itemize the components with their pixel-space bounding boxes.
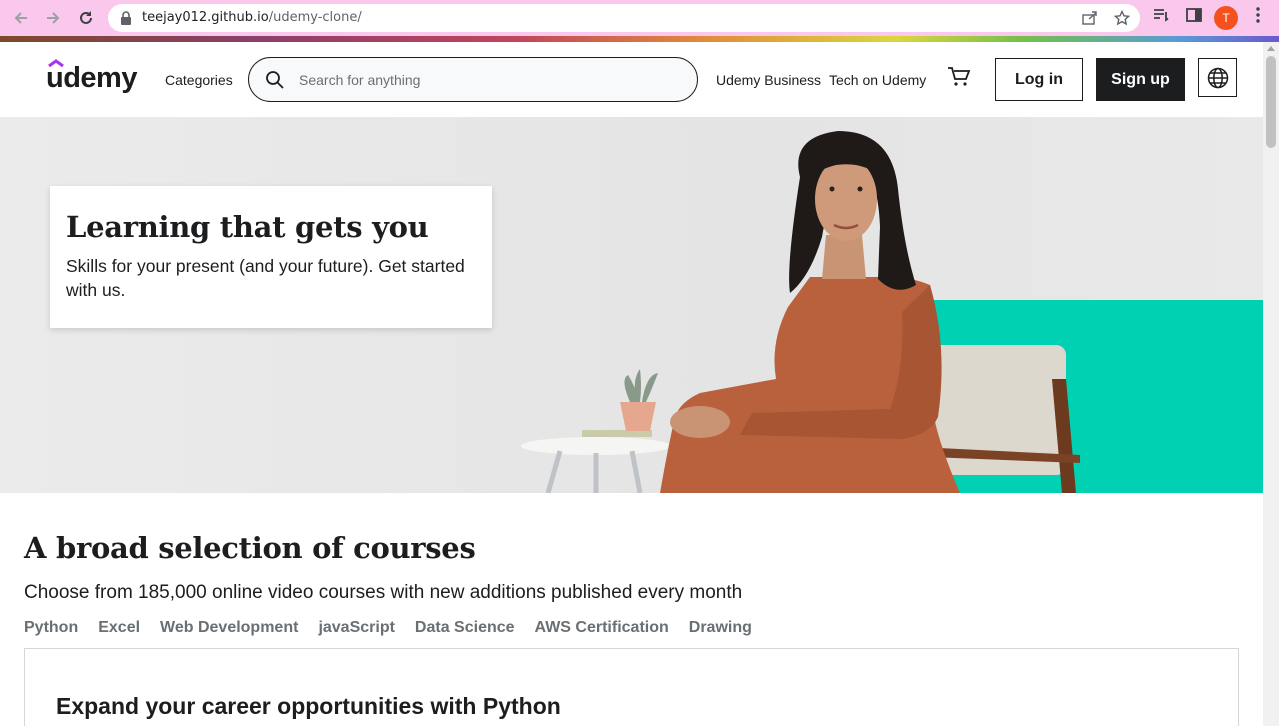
- tab-javascript[interactable]: javaScript: [318, 619, 394, 641]
- panel-title: Expand your career opportunities with Py…: [56, 693, 561, 719]
- search-icon[interactable]: [265, 70, 285, 95]
- courses-section-title: A broad selection of courses: [24, 531, 476, 565]
- hero-banner: Learning that gets you Skills for your p…: [0, 117, 1263, 493]
- reading-list-icon[interactable]: [1152, 6, 1170, 29]
- tab-web-development[interactable]: Web Development: [160, 619, 298, 641]
- course-category-tabs: Python Excel Web Development javaScript …: [24, 619, 752, 641]
- udemy-logo[interactable]: udemy: [46, 56, 140, 96]
- back-arrow-icon[interactable]: [9, 6, 33, 30]
- page-scrollbar[interactable]: [1263, 42, 1279, 726]
- search-input[interactable]: [299, 70, 679, 90]
- star-icon[interactable]: [1113, 9, 1131, 31]
- side-panel-icon[interactable]: [1185, 6, 1203, 29]
- hero-subtitle: Skills for your present (and your future…: [66, 256, 465, 300]
- scrollbar-thumb[interactable]: [1266, 56, 1276, 148]
- tab-drawing[interactable]: Drawing: [689, 619, 752, 641]
- url-host: teejay012.github.io: [142, 10, 269, 25]
- menu-dots-icon[interactable]: [1250, 6, 1266, 29]
- logo-text: udemy: [46, 62, 137, 94]
- share-icon[interactable]: [1082, 10, 1098, 31]
- profile-avatar[interactable]: T: [1214, 6, 1238, 30]
- site-header: udemy Categories Udemy Business Tech on …: [0, 42, 1263, 117]
- search-bar[interactable]: [248, 57, 698, 102]
- login-button[interactable]: Log in: [995, 58, 1083, 101]
- url-path: /udemy-clone/: [268, 10, 362, 25]
- tab-python[interactable]: Python: [24, 619, 78, 641]
- url-text: teejay012.github.io/udemy-clone/: [142, 10, 362, 25]
- lock-icon[interactable]: [120, 11, 132, 30]
- address-bar[interactable]: teejay012.github.io/udemy-clone/: [108, 4, 1140, 32]
- tab-excel[interactable]: Excel: [98, 619, 140, 641]
- courses-section-subtitle: Choose from 185,000 online video courses…: [24, 582, 743, 603]
- categories-link[interactable]: Categories: [165, 72, 233, 88]
- tab-aws-certification[interactable]: AWS Certification: [535, 619, 669, 641]
- cart-icon[interactable]: [947, 66, 971, 93]
- language-button[interactable]: [1198, 58, 1237, 97]
- signup-button[interactable]: Sign up: [1096, 58, 1185, 101]
- globe-icon: [1207, 67, 1228, 88]
- tech-on-udemy-link[interactable]: Tech on Udemy: [829, 72, 926, 88]
- hero-card: Learning that gets you Skills for your p…: [50, 186, 492, 328]
- forward-arrow-icon[interactable]: [41, 6, 65, 30]
- tab-data-science[interactable]: Data Science: [415, 619, 515, 641]
- hero-title: Learning that gets you: [66, 210, 429, 244]
- browser-toolbar: teejay012.github.io/udemy-clone/ T: [0, 0, 1279, 36]
- course-tab-panel: Expand your career opportunities with Py…: [24, 648, 1239, 726]
- reload-icon[interactable]: [74, 6, 98, 30]
- udemy-business-link[interactable]: Udemy Business: [716, 72, 821, 88]
- scroll-up-arrow-icon[interactable]: [1267, 46, 1275, 51]
